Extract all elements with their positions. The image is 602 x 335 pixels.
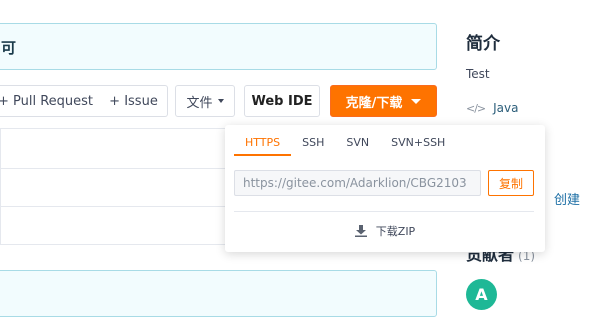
copy-label: 复制: [498, 176, 523, 191]
clone-download-label: 克隆/下载: [345, 95, 403, 111]
avatar-letter: A: [475, 285, 488, 304]
tab-svn-ssh[interactable]: SVN+SSH: [380, 125, 456, 156]
copy-button[interactable]: 复制: [488, 170, 534, 196]
new-pull-request-label: + Pull Request: [0, 93, 94, 109]
avatar[interactable]: A: [466, 279, 497, 310]
new-issue-label: + Issue: [109, 93, 158, 109]
hint-banner-top: 可: [0, 23, 437, 70]
protocol-tabs: HTTPS SSH SVN SVN+SSH: [234, 125, 456, 157]
clone-url-input[interactable]: [234, 170, 481, 196]
tab-https[interactable]: HTTPS: [234, 125, 292, 156]
tab-svn[interactable]: SVN: [335, 125, 380, 156]
clone-download-button[interactable]: 克隆/下载: [330, 85, 437, 117]
create-link[interactable]: 创建: [554, 189, 580, 208]
file-menu-button[interactable]: 文件: [175, 85, 235, 117]
hint-banner-bottom: [0, 270, 437, 317]
language-tag[interactable]: </> Java: [466, 101, 519, 115]
tab-ssh[interactable]: SSH: [291, 125, 335, 156]
download-zip-label: 下载ZIP: [375, 225, 416, 238]
panel-divider: [234, 211, 534, 212]
download-zip-button[interactable]: 下载ZIP: [225, 223, 545, 239]
web-ide-label: Web IDE: [251, 93, 313, 109]
repo-description: Test: [466, 67, 490, 81]
code-icon: </>: [466, 101, 486, 115]
new-issue-button[interactable]: + Issue: [100, 85, 168, 117]
file-menu-label: 文件: [186, 95, 213, 111]
chevron-down-icon: [411, 98, 422, 104]
web-ide-button[interactable]: Web IDE: [244, 85, 320, 117]
file-list-edge: [0, 128, 1, 245]
clone-dropdown-panel: HTTPS SSH SVN SVN+SSH 复制 下载ZIP: [225, 125, 545, 252]
language-label: Java: [493, 101, 519, 115]
chevron-down-icon: [217, 99, 224, 103]
download-icon: [354, 225, 367, 237]
sidebar-title: 简介: [466, 34, 500, 54]
new-pull-request-button[interactable]: + Pull Request: [0, 85, 101, 117]
hint-text: 可: [1, 39, 17, 57]
